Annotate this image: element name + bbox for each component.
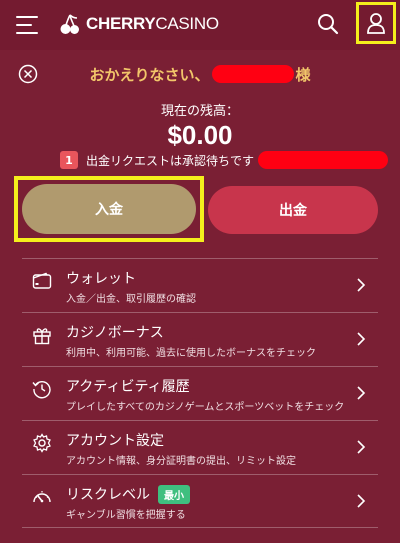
risk-level-badge: 最小 bbox=[158, 484, 190, 504]
cherry-logo-icon bbox=[60, 14, 79, 34]
wallet-icon bbox=[32, 272, 52, 289]
deposit-highlight: 入金 bbox=[14, 176, 204, 242]
menu-item-account-settings[interactable]: アカウント設定 アカウント情報、身分証明書の提出、リミット設定 bbox=[22, 420, 378, 474]
chevron-right-icon bbox=[357, 494, 366, 508]
search-button[interactable] bbox=[316, 12, 340, 36]
withdraw-button[interactable]: 出金 bbox=[208, 186, 378, 234]
menu-title: アクティビティ履歴 bbox=[66, 379, 190, 395]
chevron-right-icon bbox=[357, 278, 366, 292]
balance-value: $0.00 bbox=[167, 120, 233, 150]
menu-title: リスクレベル 最小 bbox=[66, 484, 190, 504]
logo[interactable]: CHERRY CASINO bbox=[58, 10, 219, 38]
logo-text-light: CASINO bbox=[155, 14, 219, 33]
account-menu: ウォレット 入金／出金、取引履歴の確認 カジノボーナス 利用中、利用可能、過去に… bbox=[22, 258, 378, 528]
user-icon bbox=[367, 13, 385, 34]
menu-title-text: リスクレベル bbox=[66, 487, 150, 503]
search-icon bbox=[318, 14, 339, 35]
gauge-icon bbox=[33, 491, 51, 503]
redacted-username bbox=[211, 65, 294, 83]
menu-item-activity-history[interactable]: アクティビティ履歴 プレイしたすべてのカジノゲームとスポーツベットをチェック bbox=[22, 366, 378, 420]
menu-subtitle: 入金／出金、取引履歴の確認 bbox=[66, 294, 196, 305]
chevron-right-icon bbox=[357, 332, 366, 346]
menu-item-wallet[interactable]: ウォレット 入金／出金、取引履歴の確認 bbox=[22, 258, 378, 312]
menu-subtitle: ギャンブル習慣を把握する bbox=[66, 510, 186, 521]
menu-subtitle: アカウント情報、身分証明書の提出、リミット設定 bbox=[66, 456, 296, 467]
gift-icon bbox=[33, 328, 51, 345]
menu-title: ウォレット bbox=[66, 271, 136, 287]
deposit-button[interactable]: 入金 bbox=[22, 184, 196, 234]
welcome-prefix: おかえりなさい、 bbox=[89, 66, 210, 84]
top-bar: CHERRY CASINO bbox=[0, 0, 400, 50]
menu-item-casino-bonus[interactable]: カジノボーナス 利用中、利用可能、過去に使用したボーナスをチェック bbox=[22, 312, 378, 366]
history-icon bbox=[32, 381, 51, 399]
pending-withdrawal-notice: 1 出金リクエストは承認待ちです bbox=[60, 150, 389, 170]
gear-icon bbox=[33, 433, 51, 453]
welcome-message: おかえりなさい、 様 bbox=[0, 64, 400, 85]
menu-subtitle: 利用中、利用可能、過去に使用したボーナスをチェック bbox=[66, 348, 316, 359]
chevron-right-icon bbox=[357, 386, 366, 400]
user-account-button[interactable] bbox=[356, 2, 396, 44]
chevron-right-icon bbox=[357, 440, 366, 454]
logo-text-bold: CHERRY bbox=[86, 14, 156, 33]
welcome-suffix: 様 bbox=[295, 66, 311, 84]
pending-text: 出金リクエストは承認待ちです bbox=[86, 153, 255, 168]
redacted-detail bbox=[258, 151, 389, 169]
balance-label: 現在の残高： bbox=[160, 104, 239, 119]
hamburger-menu-icon[interactable] bbox=[16, 16, 38, 34]
menu-subtitle: プレイしたすべてのカジノゲームとスポーツベットをチェック bbox=[66, 402, 345, 413]
menu-item-risk-level[interactable]: リスクレベル 最小 ギャンブル習慣を把握する bbox=[22, 474, 378, 528]
menu-title: アカウント設定 bbox=[66, 433, 164, 449]
pending-count-badge: 1 bbox=[60, 151, 78, 169]
menu-title: カジノボーナス bbox=[66, 325, 164, 341]
